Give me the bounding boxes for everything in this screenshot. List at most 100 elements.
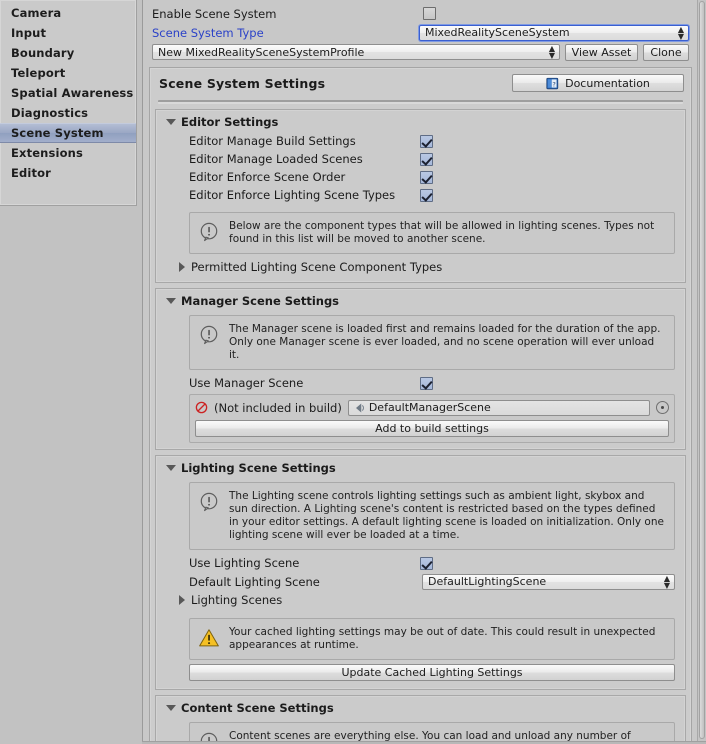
scene-system-settings-box: Scene System Settings ? Documentation Ed — [149, 67, 692, 744]
book-help-icon: ? — [546, 77, 559, 90]
manager-scene-object-field[interactable]: DefaultManagerScene — [348, 400, 650, 416]
chevron-down-icon — [166, 119, 176, 125]
cached-lighting-warning-text: Your cached lighting settings may be out… — [229, 626, 665, 652]
chevron-updown-icon: ▲▼ — [664, 575, 670, 589]
sidebar-item-label: Extensions — [11, 146, 83, 160]
manager-scene-field-block: (Not included in build) DefaultManagerSc… — [189, 394, 675, 443]
profile-category-sidebar: Camera Input Boundary Teleport Spatial A… — [0, 0, 137, 206]
profile-value: New MixedRealitySceneSystemProfile — [158, 46, 364, 59]
object-picker-icon[interactable] — [656, 401, 669, 414]
content-scene-settings-section: Content Scene Settings Content scenes ar… — [155, 695, 686, 744]
sidebar-item-input[interactable]: Input — [0, 23, 136, 43]
editor-manage-loaded-scenes-checkbox[interactable] — [420, 153, 433, 166]
cached-lighting-warning-box: Your cached lighting settings may be out… — [189, 618, 675, 660]
permitted-types-foldout-label: Permitted Lighting Scene Component Types — [191, 260, 442, 274]
enable-scene-system-checkbox[interactable] — [423, 7, 436, 20]
scene-system-type-value: MixedRealitySceneSystem — [425, 26, 570, 39]
use-lighting-scene-checkbox[interactable] — [420, 557, 433, 570]
editor-enforce-scene-order-label: Editor Enforce Scene Order — [189, 170, 345, 184]
divider — [158, 100, 683, 104]
update-cached-lighting-settings-button[interactable]: Update Cached Lighting Settings — [189, 664, 675, 681]
use-lighting-scene-row: Use Lighting Scene — [160, 554, 681, 572]
enable-scene-system-label: Enable Scene System — [152, 7, 276, 21]
default-lighting-scene-label: Default Lighting Scene — [189, 575, 320, 589]
manager-scene-settings-foldout[interactable]: Manager Scene Settings — [160, 293, 681, 311]
scene-system-type-dropdown[interactable]: MixedRealitySceneSystem ▲▼ — [419, 25, 689, 41]
profile-row: New MixedRealitySceneSystemProfile ▲▼ Vi… — [152, 43, 689, 61]
editor-manage-build-settings-checkbox[interactable] — [420, 135, 433, 148]
sidebar-item-diagnostics[interactable]: Diagnostics — [0, 103, 136, 123]
svg-text:?: ? — [552, 80, 555, 88]
profile-dropdown[interactable]: New MixedRealitySceneSystemProfile ▲▼ — [152, 44, 560, 60]
lighting-scene-settings-section: Lighting Scene Settings The Lighting sce… — [155, 455, 686, 690]
editor-settings-foldout[interactable]: Editor Settings — [160, 114, 681, 132]
sidebar-item-label: Boundary — [11, 46, 74, 60]
info-bubble-icon — [198, 324, 220, 346]
manager-scene-settings-title: Manager Scene Settings — [181, 294, 339, 308]
default-lighting-scene-dropdown[interactable]: DefaultLightingScene ▲▼ — [422, 574, 675, 590]
sidebar-item-boundary[interactable]: Boundary — [0, 43, 136, 63]
sidebar-item-extensions[interactable]: Extensions — [0, 143, 136, 163]
editor-enforce-scene-order-checkbox[interactable] — [420, 171, 433, 184]
chevron-down-icon — [166, 298, 176, 304]
add-to-build-settings-button[interactable]: Add to build settings — [195, 420, 669, 437]
unity-inspector-window: Camera Input Boundary Teleport Spatial A… — [0, 0, 706, 744]
permitted-types-info-text: Below are the component types that will … — [229, 220, 665, 246]
inspector-content: Enable Scene System Scene System Type Mi… — [144, 0, 697, 744]
enable-scene-system-row: Enable Scene System — [152, 5, 689, 22]
sidebar-item-scene-system[interactable]: Scene System — [0, 123, 136, 143]
sidebar-list: Camera Input Boundary Teleport Spatial A… — [0, 0, 136, 183]
default-lighting-scene-row: Default Lighting Scene DefaultLightingSc… — [160, 572, 681, 591]
editor-manage-build-settings-row: Editor Manage Build Settings — [160, 132, 681, 150]
use-manager-scene-label: Use Manager Scene — [189, 376, 303, 390]
info-bubble-icon — [198, 491, 220, 513]
editor-manage-build-settings-label: Editor Manage Build Settings — [189, 134, 356, 148]
sidebar-item-teleport[interactable]: Teleport — [0, 63, 136, 83]
inspector-panel: Enable Scene System Scene System Type Mi… — [142, 0, 706, 744]
manager-scene-value: DefaultManagerScene — [369, 401, 491, 414]
editor-settings-section: Editor Settings Editor Manage Build Sett… — [155, 109, 686, 283]
chevron-updown-icon: ▲▼ — [549, 45, 555, 59]
documentation-label: Documentation — [565, 77, 650, 90]
inspector-vertical-scrollbar[interactable] — [697, 0, 706, 744]
scene-system-type-row: Scene System Type MixedRealitySceneSyste… — [152, 24, 689, 41]
sidebar-item-label: Camera — [11, 6, 61, 20]
scene-system-type-label: Scene System Type — [152, 26, 264, 40]
sidebar-item-spatial-awareness[interactable]: Spatial Awareness — [0, 83, 136, 103]
unity-scene-icon — [353, 402, 365, 414]
editor-manage-loaded-scenes-row: Editor Manage Loaded Scenes — [160, 150, 681, 168]
editor-enforce-lighting-scene-types-checkbox[interactable] — [420, 189, 433, 202]
editor-enforce-scene-order-row: Editor Enforce Scene Order — [160, 168, 681, 186]
info-bubble-icon — [198, 221, 220, 243]
permitted-lighting-scene-component-types-foldout[interactable]: Permitted Lighting Scene Component Types — [160, 258, 681, 276]
default-lighting-scene-value: DefaultLightingScene — [428, 575, 546, 588]
chevron-down-icon — [166, 465, 176, 471]
sidebar-item-camera[interactable]: Camera — [0, 3, 136, 23]
sidebar-item-label: Scene System — [11, 126, 104, 140]
sidebar-item-label: Input — [11, 26, 46, 40]
not-allowed-icon — [195, 401, 208, 414]
scrollbar-thumb[interactable] — [699, 1, 705, 739]
lighting-scene-settings-title: Lighting Scene Settings — [181, 461, 336, 475]
lighting-scene-settings-foldout[interactable]: Lighting Scene Settings — [160, 460, 681, 478]
sidebar-item-editor[interactable]: Editor — [0, 163, 136, 183]
documentation-button[interactable]: ? Documentation — [512, 74, 684, 92]
lighting-scene-info-text: The Lighting scene controls lighting set… — [229, 490, 665, 542]
chevron-right-icon — [179, 262, 185, 272]
editor-enforce-lighting-scene-types-row: Editor Enforce Lighting Scene Types — [160, 186, 681, 204]
use-manager-scene-checkbox[interactable] — [420, 377, 433, 390]
lighting-scenes-foldout-label: Lighting Scenes — [191, 593, 282, 607]
use-lighting-scene-label: Use Lighting Scene — [189, 556, 299, 570]
use-manager-scene-row: Use Manager Scene — [160, 374, 681, 392]
manager-scene-field-row: (Not included in build) DefaultManagerSc… — [195, 399, 669, 416]
clone-button[interactable]: Clone — [643, 44, 689, 61]
manager-scene-settings-section: Manager Scene Settings The Manager scene… — [155, 288, 686, 450]
scene-system-header: Enable Scene System Scene System Type Mi… — [144, 0, 697, 61]
view-asset-button[interactable]: View Asset — [565, 44, 638, 61]
content-scene-settings-foldout[interactable]: Content Scene Settings — [160, 700, 681, 718]
lighting-scenes-foldout[interactable]: Lighting Scenes — [160, 591, 681, 609]
sidebar-item-label: Teleport — [11, 66, 65, 80]
sidebar-item-label: Spatial Awareness — [11, 86, 133, 100]
manager-scene-info-text: The Manager scene is loaded first and re… — [229, 323, 665, 362]
chevron-down-icon — [166, 705, 176, 711]
